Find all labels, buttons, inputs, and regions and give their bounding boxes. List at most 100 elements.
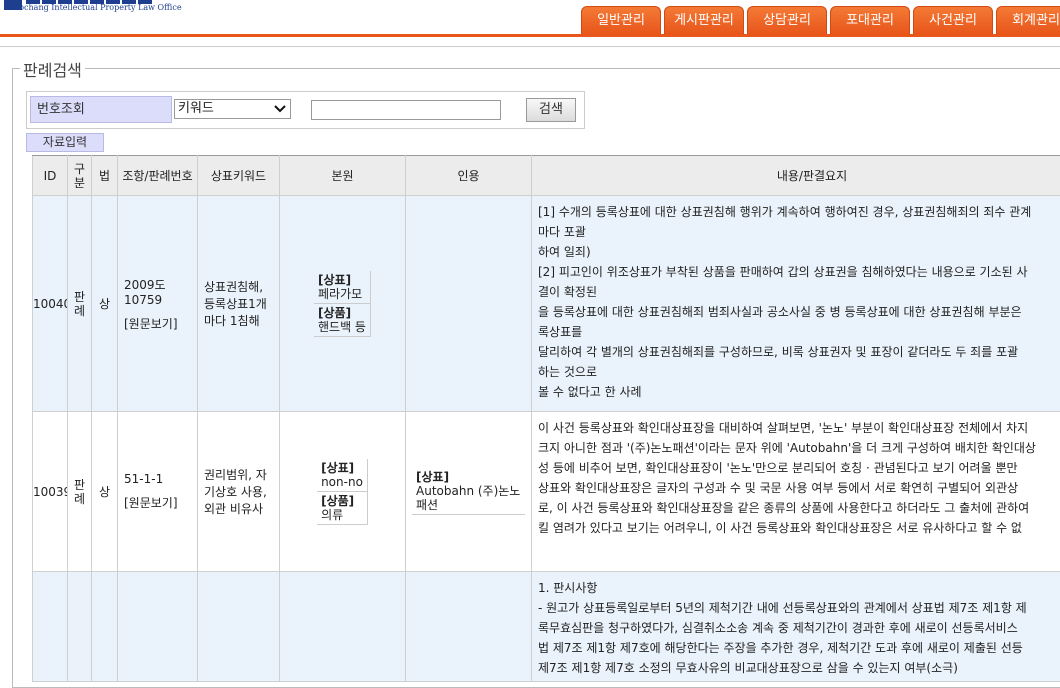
cell-original — [280, 572, 406, 682]
nav-tab-case[interactable]: 사건관리 — [913, 6, 993, 34]
summary-line: 성 등에 비추어 보면, 확인대상표장이 '논노'만으로 분리되어 호칭 · 관… — [538, 458, 1060, 478]
col-header-cited[interactable]: 인용 — [406, 156, 532, 196]
nav-tab-consult[interactable]: 상담관리 — [747, 6, 827, 34]
cell-gubun: 판례 — [68, 412, 92, 572]
cell-summary: 이 사건 등록상표와 확인대상표장을 대비하여 살펴보면, '논노' 부분이 확… — [532, 412, 1060, 572]
col-header-original[interactable]: 본원 — [280, 156, 406, 196]
add-record-button[interactable]: 자료입력 — [26, 133, 104, 152]
original-goods: [상품]핸드백 등 — [314, 304, 371, 337]
goods-value: 의류 — [321, 508, 343, 522]
summary-line: 하여 일죄) — [538, 242, 1060, 262]
summary-line: 을 등록상표에 대한 상표권침해죄 범죄사실과 공소사실 중 병 등록상표에 대… — [538, 302, 1060, 322]
cell-keyword — [198, 572, 280, 682]
cell-gubun — [68, 572, 92, 682]
cell-cited — [406, 196, 532, 412]
page-title: 판례검색 — [20, 57, 85, 81]
goods-label: [상품] — [318, 306, 351, 320]
cell-original: [상표]non-no [상품]의류 — [280, 412, 406, 572]
nav-tab-accounting[interactable]: 회계관리 — [996, 6, 1060, 34]
cell-case-no: 51-1-1 [원문보기] — [118, 412, 198, 572]
summary-line: 로, 이 사건 등록상표와 확인대상표장을 같은 종류의 상품에 사용한다고 하… — [538, 498, 1060, 518]
col-header-law[interactable]: 법 — [92, 156, 118, 196]
cited-mark-label: [상표] — [416, 470, 449, 484]
search-input[interactable] — [311, 100, 501, 120]
summary-line: 킬 염려가 있다고 보기는 어려우니, 이 사건 등록상표와 확인대상표장은 서… — [538, 518, 1060, 538]
summary-line: 1. 판시사항 — [538, 578, 1060, 598]
cell-id: 10039 — [33, 412, 68, 572]
cell-summary: [1] 수개의 등록상표에 대한 상표권침해 행위가 계속하여 행하여진 경우,… — [532, 196, 1060, 412]
cell-cited — [406, 572, 532, 682]
summary-line: 결이 확정된 — [538, 282, 1060, 302]
summary-line: 크지 아니한 점과 '(주)논노패션'이라는 문자 위에 'Autobahn'을… — [538, 438, 1060, 458]
nav-tab-general[interactable]: 일반관리 — [581, 6, 661, 34]
summary-line: [2] 피고인이 위조상표가 부착된 상품을 판매하여 갑의 상표권을 침해하였… — [538, 262, 1060, 282]
summary-line: 록무효심판을 청구하였다가, 심결취소소송 계속 중 제척기간이 경과한 후에 … — [538, 618, 1060, 638]
original-mark-box: [상표]페라가모 [상품]핸드백 등 — [314, 271, 371, 337]
search-label: 번호조회 — [30, 96, 172, 123]
original-goods: [상품]의류 — [317, 492, 368, 525]
view-original-link[interactable]: [원문보기] — [124, 494, 191, 511]
summary-line: 하는 것으로 — [538, 362, 1060, 382]
col-header-summary[interactable]: 내용/판결요지 — [532, 156, 1060, 196]
mark-value: non-no — [321, 475, 363, 489]
cell-gubun-text: 판례 — [73, 478, 87, 506]
col-header-gubun[interactable]: 구분 — [68, 156, 92, 196]
cell-law: 상 — [92, 412, 118, 572]
cell-cited: [상표]Autobahn (주)논노패션 — [406, 412, 532, 572]
col-header-case-no[interactable]: 조항/판례번호 — [118, 156, 198, 196]
logo-english-name: Doochang Intellectual Property Law Offic… — [8, 3, 182, 12]
table-row[interactable]: 10040 판례 상 2009도10759 [원문보기] 상표권침해, 등록상표… — [33, 196, 1060, 412]
summary-line: 록상표를 — [538, 322, 1060, 342]
view-original-link[interactable]: [원문보기] — [124, 315, 191, 332]
cited-mark-value: Autobahn (주)논노패션 — [416, 484, 520, 512]
cell-law — [92, 572, 118, 682]
cell-gubun-text: 판례 — [73, 290, 87, 318]
original-mark: [상표]non-no — [317, 459, 368, 492]
table-header-row: ID 구분 법 조항/판례번호 상표키워드 본원 인용 내용/판결요지 — [33, 156, 1060, 196]
cell-summary: 1. 판시사항 - 원고가 상표등록일로부터 5년의 제척기간 내에 선등록상표… — [532, 572, 1060, 682]
firm-logo[interactable]: Doochang Intellectual Property Law Offic… — [4, 0, 204, 14]
nav-tab-board[interactable]: 게시판관리 — [664, 6, 744, 34]
cell-id: 10040 — [33, 196, 68, 412]
table-row[interactable]: 1. 판시사항 - 원고가 상표등록일로부터 5년의 제척기간 내에 선등록상표… — [33, 572, 1060, 682]
table-row[interactable]: 10039 판례 상 51-1-1 [원문보기] 권리범위, 자기상호 사용, … — [33, 412, 1060, 572]
chevron-down-icon — [273, 101, 287, 117]
goods-value: 핸드백 등 — [318, 320, 366, 334]
mark-label: [상표] — [318, 273, 351, 287]
mark-value: 페라가모 — [318, 287, 362, 301]
app-header: Doochang Intellectual Property Law Offic… — [0, 0, 1060, 36]
search-type-select[interactable]: 키워드 — [174, 99, 291, 119]
nav-underline — [0, 34, 1060, 37]
original-mark-box: [상표]non-no [상품]의류 — [317, 459, 368, 525]
search-type-value: 키워드 — [178, 101, 214, 116]
summary-line: 마다 포괄 — [538, 222, 1060, 242]
cell-law: 상 — [92, 196, 118, 412]
summary-line: - 원고가 상표등록일로부터 5년의 제척기간 내에 선등록상표와의 관계에서 … — [538, 598, 1060, 618]
cited-mark: [상표]Autobahn (주)논노패션 — [412, 468, 525, 515]
case-number: 51-1-1 — [124, 472, 163, 486]
cell-keyword: 상표권침해, 등록상표1개마다 1침해 — [198, 196, 280, 412]
case-table: ID 구분 법 조항/판례번호 상표키워드 본원 인용 내용/판결요지 1004… — [32, 155, 1060, 682]
goods-label: [상품] — [321, 494, 354, 508]
cell-keyword: 권리범위, 자기상호 사용, 외관 비유사 — [198, 412, 280, 572]
summary-line: 제7조 제1항 제7호 소정의 무효사유의 비교대상표장으로 삼을 수 있는지 … — [538, 658, 1060, 678]
cell-case-no: 2009도10759 [원문보기] — [118, 196, 198, 412]
cell-gubun: 판례 — [68, 196, 92, 412]
summary-line: 볼 수 없다고 한 사례 — [538, 382, 1060, 402]
cell-original: [상표]페라가모 [상품]핸드백 등 — [280, 196, 406, 412]
col-header-gubun-label: 구분 — [73, 162, 87, 190]
summary-line: 상표와 확인대상표장은 글자의 구성과 수 및 국문 사용 여부 등에서 서로 … — [538, 478, 1060, 498]
col-header-keyword[interactable]: 상표키워드 — [198, 156, 280, 196]
case-number: 2009도10759 — [124, 278, 166, 307]
cell-id — [33, 572, 68, 682]
original-mark: [상표]페라가모 — [314, 271, 371, 304]
nav-tab-file[interactable]: 포대관리 — [830, 6, 910, 34]
summary-line: [1] 수개의 등록상표에 대한 상표권침해 행위가 계속하여 행하여진 경우,… — [538, 202, 1060, 222]
search-button[interactable]: 검색 — [526, 98, 576, 122]
col-header-id[interactable]: ID — [33, 156, 68, 196]
header-divider — [0, 46, 1060, 47]
summary-line: 이 사건 등록상표와 확인대상표장을 대비하여 살펴보면, '논노' 부분이 확… — [538, 418, 1060, 438]
cell-case-no — [118, 572, 198, 682]
summary-line: 달리하여 각 별개의 상표권침해죄를 구성하므로, 비록 상표권자 및 표장이 … — [538, 342, 1060, 362]
mark-label: [상표] — [321, 461, 354, 475]
